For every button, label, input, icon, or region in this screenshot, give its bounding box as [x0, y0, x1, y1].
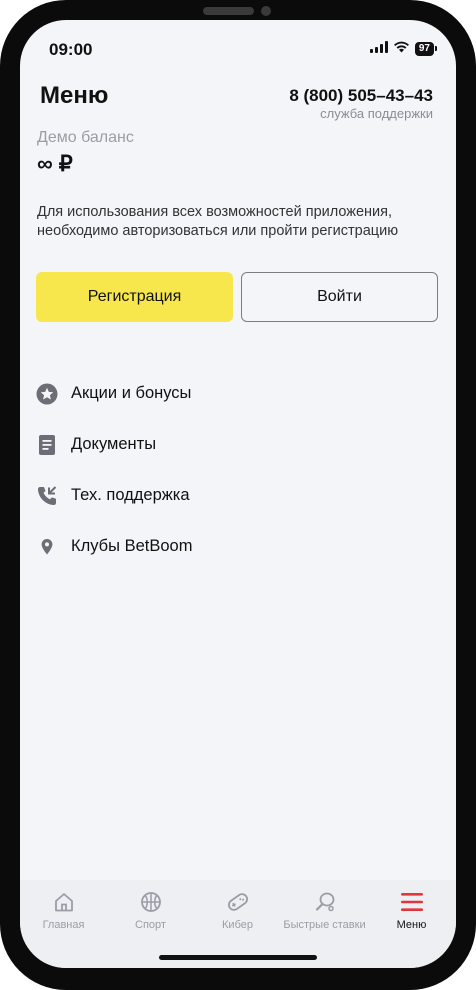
login-button[interactable]: Войти: [241, 272, 438, 322]
menu-icon: [368, 888, 455, 916]
menu-list: Акции и бонусы Документы Тех. поддержка …: [36, 368, 436, 572]
demo-balance-label: Демо баланс: [37, 129, 134, 146]
bottom-tab-bar: Главная Спорт Кибер Быстрые ставки Меню: [20, 880, 456, 968]
gamepad-icon: [194, 888, 281, 916]
menu-item-label: Документы: [71, 435, 157, 453]
signal-icon: [369, 40, 388, 58]
tab-menu[interactable]: Меню: [368, 888, 455, 931]
auth-hint-text: Для использования всех возможностей прил…: [37, 204, 399, 239]
tab-sport[interactable]: Спорт: [107, 888, 194, 931]
phone-frame: 09:00 97 Меню 8 (800) 505–43–43 служба п…: [0, 0, 476, 990]
tab-label: Быстрые ставки: [283, 919, 366, 931]
login-button-label: Войти: [317, 288, 362, 305]
star-icon: [36, 383, 58, 405]
tab-label: Спорт: [135, 919, 166, 931]
home-icon: [20, 888, 107, 916]
menu-item-clubs[interactable]: Клубы BetBoom: [36, 521, 436, 572]
menu-item-support[interactable]: Тех. поддержка: [36, 470, 436, 521]
battery-indicator: 97: [414, 42, 438, 56]
register-button-label: Регистрация: [87, 288, 182, 305]
home-indicator[interactable]: [159, 955, 317, 960]
basketball-icon: [107, 888, 194, 916]
register-button[interactable]: Регистрация: [36, 272, 233, 322]
menu-item-documents[interactable]: Документы: [36, 419, 436, 470]
status-icons: 97: [369, 40, 438, 58]
status-time: 09:00: [49, 40, 93, 59]
tab-label: Меню: [396, 919, 427, 931]
tab-label: Кибер: [222, 919, 253, 931]
tab-home[interactable]: Главная: [20, 888, 107, 931]
support-phone-caption: служба поддержки: [320, 106, 433, 121]
menu-item-label: Клубы BetBoom: [71, 537, 193, 555]
menu-item-label: Тех. поддержка: [71, 486, 190, 504]
support-phone-link[interactable]: 8 (800) 505–43–43: [289, 86, 433, 106]
document-icon: [36, 434, 58, 456]
phone-icon: [36, 485, 58, 507]
tab-label: Главная: [42, 919, 85, 931]
racket-icon: [281, 888, 368, 916]
speaker-grille: [203, 7, 254, 15]
wifi-icon: [393, 40, 410, 58]
menu-item-label: Акции и бонусы: [71, 384, 192, 402]
menu-item-promotions[interactable]: Акции и бонусы: [36, 368, 436, 419]
screen: 09:00 97 Меню 8 (800) 505–43–43 служба п…: [20, 20, 456, 968]
tab-cyber[interactable]: Кибер: [194, 888, 281, 931]
location-pin-icon: [36, 536, 58, 558]
demo-balance-value: ∞ ₽: [37, 151, 73, 176]
front-camera: [261, 6, 271, 16]
page-title: Меню: [40, 82, 109, 109]
tab-quick-bets[interactable]: Быстрые ставки: [281, 888, 368, 931]
